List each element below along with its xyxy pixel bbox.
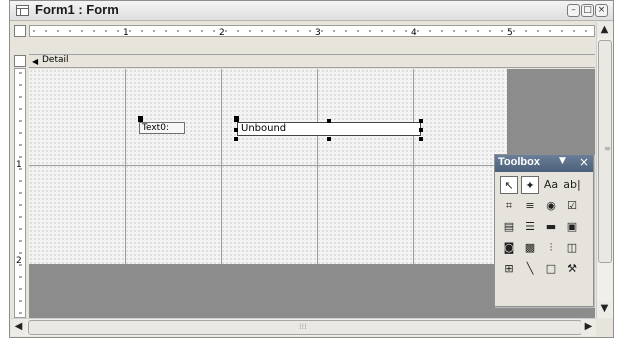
ruler-number: 2 [219,28,225,36]
ruler-number: 4 [411,28,417,36]
horizontal-ruler[interactable]: 1 2 3 4 5 [29,25,595,37]
resize-handle[interactable] [327,137,331,141]
toolbox-palette: Toolbox ▼ × ↖ ✦ Aa ab| ⌗ ≡ ◉ ☑ ▤ ☰ ▬ ▣ ◙ ▩ ⫶ ◫ ⊞ ╲ □ ⚒ [494,154,594,307]
detail-grid[interactable] [29,69,507,264]
move-handle[interactable] [234,116,239,122]
ruler-number: 2 [16,256,22,266]
option-group-tool[interactable]: ⌗ [500,197,518,215]
ruler-number: 3 [315,28,321,36]
control-wizards-tool[interactable]: ✦ [521,176,539,194]
resize-handle[interactable] [419,128,423,132]
ruler-number: 1 [123,28,129,36]
line-tool[interactable]: ╲ [521,260,539,278]
minimize-button[interactable]: – [567,4,580,17]
window-title: Form1 : Form [35,2,119,17]
toolbox-tools: ↖ ✦ Aa ab| ⌗ ≡ ◉ ☑ ▤ ☰ ▬ ▣ ◙ ▩ ⫶ ◫ ⊞ ╲ □ ⚒ [497,174,591,302]
size-grip[interactable] [596,318,612,335]
toolbox-title-bar[interactable]: Toolbox ▼ × [495,155,593,172]
grip-icon: ⁞⁞⁞ [299,322,307,331]
resize-handle[interactable] [327,119,331,123]
toolbox-title: Toolbox [498,156,540,168]
unbound-object-frame-tool[interactable]: ◙ [500,239,518,257]
ruler-number: 5 [507,28,513,36]
unbound-textbox[interactable]: Unbound [237,122,421,136]
text-box-tool[interactable]: ab| [563,176,581,194]
page-break-tool[interactable]: ⫶ [542,239,560,257]
combo-box-tool[interactable]: ▤ [500,218,518,236]
detail-section-bar[interactable]: ◀ Detail [29,54,595,68]
bound-object-frame-tool[interactable]: ▩ [521,239,539,257]
section-selector[interactable] [14,55,26,67]
resize-handle[interactable] [419,119,423,123]
detail-section-label: Detail [42,55,69,65]
scroll-down-button[interactable]: ▼ [597,301,612,317]
scroll-left-button[interactable]: ◀ [11,319,26,335]
close-button[interactable]: × [595,4,608,17]
move-handle[interactable] [138,116,143,122]
ruler-number: 1 [16,160,22,170]
subform-tool[interactable]: ⊞ [500,260,518,278]
vertical-ruler[interactable]: 12 [14,68,26,318]
toolbox-options-icon[interactable]: ▼ [559,156,566,166]
label-tool[interactable]: Aa [542,176,560,194]
title-bar[interactable]: Form1 : Form – □ × [10,1,613,21]
resize-handle[interactable] [234,137,238,141]
section-arrow-icon: ◀ [32,57,39,66]
form-icon [16,5,29,16]
form-selector[interactable] [14,25,26,37]
resize-handle[interactable] [419,137,423,141]
select-objects-tool[interactable]: ↖ [500,176,518,194]
toggle-button-tool[interactable]: ≡ [521,197,539,215]
command-button-tool[interactable]: ▬ [542,218,560,236]
text0-label[interactable]: Text0: [139,122,185,134]
rectangle-tool[interactable]: □ [542,260,560,278]
vertical-scroll-thumb[interactable]: ≡ [598,40,612,263]
resize-handle[interactable] [234,128,238,132]
more-controls-tool[interactable]: ⚒ [563,260,581,278]
list-box-tool[interactable]: ☰ [521,218,539,236]
scroll-right-button[interactable]: ▶ [581,319,596,335]
vertical-scrollbar[interactable]: ▲ ≡ ▼ [596,22,613,318]
horizontal-scroll-thumb[interactable]: ⁞⁞⁞ [28,320,582,335]
check-box-tool[interactable]: ☑ [563,197,581,215]
scroll-up-button[interactable]: ▲ [597,22,612,38]
form-design-window: Form1 : Form – □ × 12345 ◀ Detail 12 Tex… [9,0,614,338]
horizontal-scrollbar[interactable]: ◀ ⁞⁞⁞ ▶ [11,318,596,336]
maximize-button[interactable]: □ [581,4,594,17]
option-button-tool[interactable]: ◉ [542,197,560,215]
toolbox-close-icon[interactable]: × [579,155,589,169]
image-tool[interactable]: ▣ [563,218,581,236]
tab-control-tool[interactable]: ◫ [563,239,581,257]
grip-icon: ≡ [604,144,611,153]
